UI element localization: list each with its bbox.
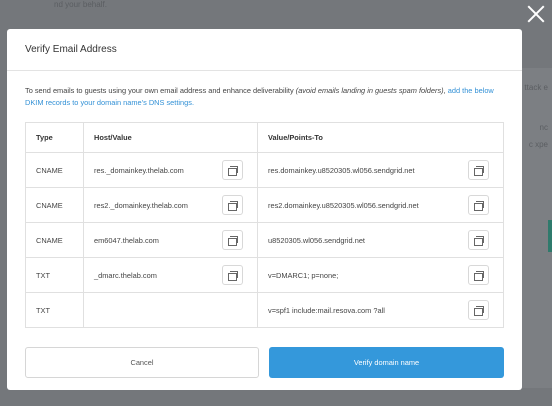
copy-value-button[interactable] [468,160,489,180]
copy-host-button[interactable] [222,230,243,250]
modal-footer: Cancel Verify domain name [25,347,504,378]
close-icon[interactable] [526,4,546,24]
modal-header: Verify Email Address [7,29,522,71]
background-text: nd your behalf. [54,0,107,9]
record-value-cell: v=spf1 include:mail.resova.com ?all [257,292,504,328]
column-header-host: Host/Value [83,122,258,153]
copy-value-button[interactable] [468,300,489,320]
copy-icon [228,166,238,176]
record-type: CNAME [25,152,84,188]
verify-domain-button[interactable]: Verify domain name [269,347,504,378]
copy-icon [474,271,484,281]
copy-value-button[interactable] [468,230,489,250]
record-host-cell: res2._domainkey.thelab.com [83,187,258,223]
description: To send emails to guests using your own … [25,85,504,109]
dns-records-table: Type Host/Value Value/Points-To CNAME re… [25,122,504,328]
table-row: CNAME em6047.thelab.com u8520305.wl056.s… [25,222,504,258]
record-host-cell: em6047.thelab.com [83,222,258,258]
background-accent [548,220,552,252]
description-italic: (avoid emails landing in guests spam fol… [295,86,444,95]
description-text: To send emails to guests using your own … [25,86,296,95]
copy-value-button[interactable] [468,265,489,285]
copy-icon [474,306,484,316]
record-host: em6047.thelab.com [94,235,159,245]
record-host-cell: res._domainkey.thelab.com [83,152,258,188]
copy-icon [474,166,484,176]
copy-value-button[interactable] [468,195,489,215]
verify-email-modal: Verify Email Address To send emails to g… [7,29,522,390]
copy-icon [474,201,484,211]
copy-icon [228,201,238,211]
record-value: res2.domainkey.u8520305.wl056.sendgrid.n… [268,200,419,210]
background-text: c xpe [528,140,548,149]
modal-body: To send emails to guests using your own … [7,71,522,328]
copy-host-button[interactable] [222,265,243,285]
record-host-cell [83,292,258,328]
record-value-cell: res.domainkey.u8520305.wl056.sendgrid.ne… [257,152,504,188]
record-value: v=DMARC1; p=none; [268,270,339,280]
copy-host-button[interactable] [222,195,243,215]
record-type: TXT [25,292,84,328]
table-row: TXT _dmarc.thelab.com v=DMARC1; p=none; [25,257,504,293]
modal-title: Verify Email Address [25,44,117,55]
copy-icon [228,236,238,246]
background-text: ttack e [524,83,548,92]
record-type: CNAME [25,187,84,223]
copy-icon [474,236,484,246]
record-value-cell: u8520305.wl056.sendgrid.net [257,222,504,258]
table-row: CNAME res._domainkey.thelab.com res.doma… [25,152,504,188]
record-value-cell: res2.domainkey.u8520305.wl056.sendgrid.n… [257,187,504,223]
record-host: res._domainkey.thelab.com [94,165,184,175]
record-type: TXT [25,257,84,293]
record-value: res.domainkey.u8520305.wl056.sendgrid.ne… [268,165,415,175]
cancel-button[interactable]: Cancel [25,347,259,378]
table-header-row: Type Host/Value Value/Points-To [25,122,504,153]
record-type: CNAME [25,222,84,258]
column-header-value: Value/Points-To [257,122,504,153]
copy-host-button[interactable] [222,160,243,180]
description-comma: , [443,86,446,95]
table-row: TXT v=spf1 include:mail.resova.com ?all [25,292,504,328]
record-host: res2._domainkey.thelab.com [94,200,188,210]
record-value: u8520305.wl056.sendgrid.net [268,235,365,245]
record-host-cell: _dmarc.thelab.com [83,257,258,293]
record-value-cell: v=DMARC1; p=none; [257,257,504,293]
copy-icon [228,271,238,281]
background-text: nc [539,123,548,132]
table-row: CNAME res2._domainkey.thelab.com res2.do… [25,187,504,223]
record-host: _dmarc.thelab.com [94,270,157,280]
column-header-type: Type [25,122,84,153]
record-value: v=spf1 include:mail.resova.com ?all [268,305,385,315]
